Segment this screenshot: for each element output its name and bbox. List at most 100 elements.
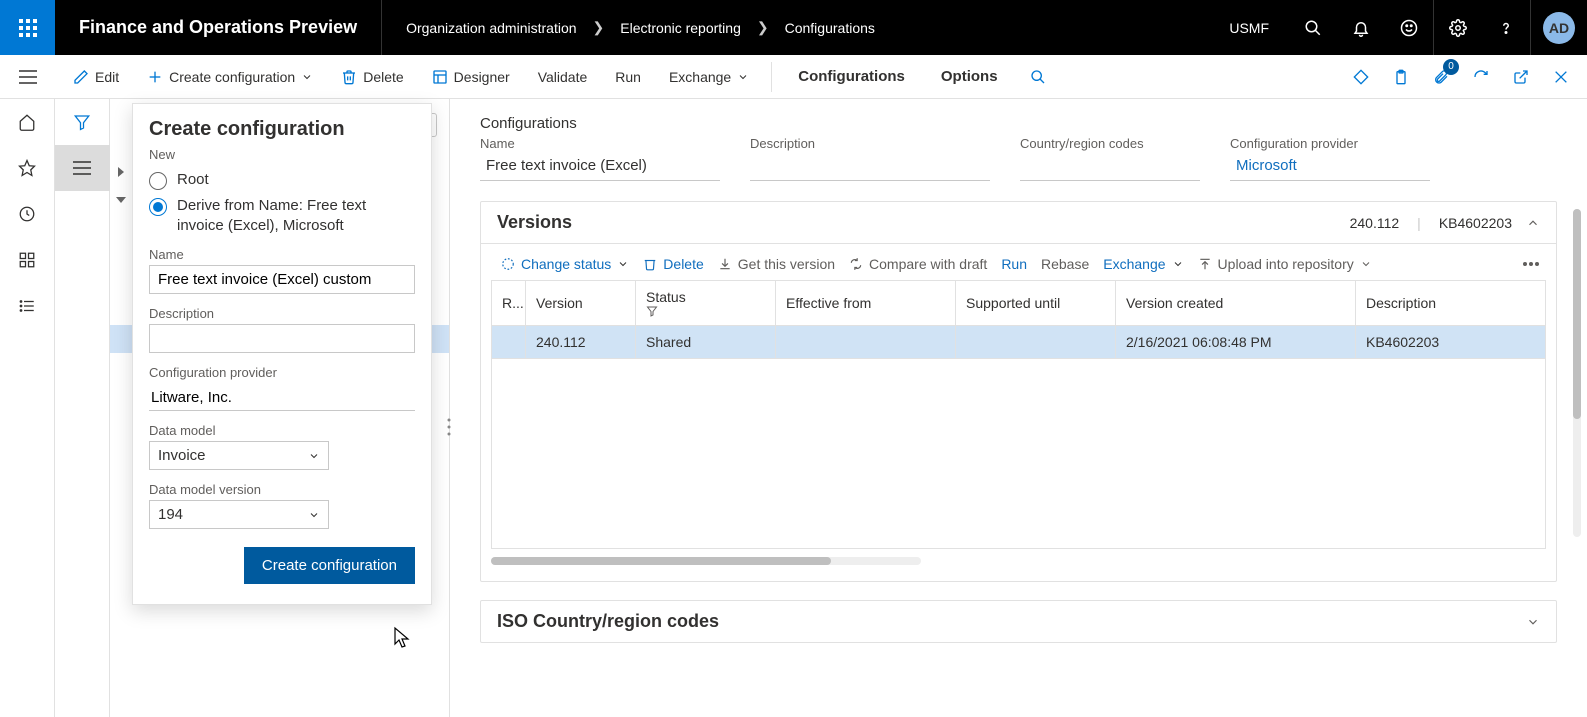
lines-icon — [73, 161, 91, 175]
versions-card: Versions 240.112 | KB4602203 Change stat… — [480, 201, 1557, 582]
label: Delete — [663, 256, 703, 272]
radio-derive[interactable] — [149, 198, 167, 216]
name-input[interactable] — [149, 265, 415, 294]
radio-derive-row[interactable]: Derive from Name: Free text invoice (Exc… — [149, 196, 415, 235]
avatar[interactable]: AD — [1543, 12, 1575, 44]
search-page-button[interactable] — [1020, 59, 1056, 95]
col-desc[interactable]: Description — [1356, 281, 1546, 326]
breadcrumb-level-0[interactable]: Organization administration — [406, 20, 576, 36]
designer-button[interactable]: Designer — [422, 55, 520, 99]
compare-button[interactable]: Compare with draft — [849, 256, 987, 272]
popout-button[interactable] — [1503, 59, 1539, 95]
refresh-button[interactable] — [1463, 59, 1499, 95]
get-version-button[interactable]: Get this version — [718, 256, 835, 272]
diamond-button[interactable] — [1343, 59, 1379, 95]
cell-version[interactable]: 240.112 — [526, 326, 636, 359]
cell-effective[interactable] — [776, 326, 956, 359]
nav-recent[interactable] — [0, 191, 55, 237]
close-button[interactable] — [1543, 59, 1579, 95]
upload-button[interactable]: Upload into repository — [1198, 256, 1372, 272]
tab-configurations[interactable]: Configurations — [784, 55, 919, 99]
main-scrollbar[interactable] — [1573, 209, 1581, 537]
group-new-label: New — [149, 147, 415, 162]
tree-expand-arrow[interactable] — [116, 167, 126, 177]
provider-label: Configuration provider — [149, 365, 415, 380]
change-status-button[interactable]: Change status — [501, 256, 629, 272]
cell-status[interactable]: Shared — [636, 326, 776, 359]
cell-r[interactable] — [492, 326, 526, 359]
col-r[interactable]: R... — [492, 281, 526, 326]
field-value[interactable] — [1020, 153, 1200, 181]
filter-pane-button[interactable] — [55, 99, 110, 145]
cell-supported[interactable] — [956, 326, 1116, 359]
expand-button[interactable] — [1526, 615, 1540, 629]
create-configuration-submit[interactable]: Create configuration — [244, 547, 415, 584]
radio-root-row[interactable]: Root — [149, 170, 415, 190]
description-input[interactable] — [149, 324, 415, 353]
close-icon — [1553, 69, 1569, 85]
nav-favorites[interactable] — [0, 145, 55, 191]
model-select[interactable]: Invoice — [149, 441, 329, 470]
col-created[interactable]: Version created — [1116, 281, 1356, 326]
download-icon — [718, 257, 732, 271]
clipboard-button[interactable] — [1383, 59, 1419, 95]
delete-button[interactable]: Delete — [331, 55, 413, 99]
pencil-icon — [73, 69, 89, 85]
col-effective[interactable]: Effective from — [776, 281, 956, 326]
notifications-button[interactable] — [1337, 0, 1385, 55]
exchange-version-button[interactable]: Exchange — [1103, 256, 1183, 272]
col-label: Status — [646, 289, 686, 305]
col-status[interactable]: Status — [636, 281, 776, 326]
nav-workspaces[interactable] — [0, 237, 55, 283]
attachments-button[interactable]: 0 — [1423, 59, 1459, 95]
settings-button[interactable] — [1434, 0, 1482, 55]
run-button[interactable]: Run — [605, 55, 651, 99]
field-value[interactable]: Microsoft — [1230, 153, 1430, 181]
help-button[interactable] — [1482, 0, 1530, 55]
hscroll-thumb[interactable] — [491, 557, 831, 565]
iso-header[interactable]: ISO Country/region codes — [481, 601, 1556, 642]
breadcrumb-level-2[interactable]: Configurations — [785, 20, 875, 36]
collapse-button[interactable] — [1526, 216, 1540, 230]
table-row[interactable]: 240.112 Shared 2/16/2021 06:08:48 PM KB4… — [492, 326, 1546, 359]
nav-home[interactable] — [0, 99, 55, 145]
rebase-button[interactable]: Rebase — [1041, 256, 1089, 272]
field-value[interactable] — [750, 153, 990, 181]
separator: | — [1417, 215, 1421, 231]
provider-link[interactable]: Microsoft — [1236, 157, 1297, 174]
col-version[interactable]: Version — [526, 281, 636, 326]
search-button[interactable] — [1289, 0, 1337, 55]
breadcrumb-level-1[interactable]: Electronic reporting — [620, 20, 741, 36]
table-hscroll[interactable] — [491, 557, 1546, 567]
create-configuration-button[interactable]: Create configuration — [137, 55, 323, 99]
list-icon — [18, 297, 36, 315]
col-supported[interactable]: Supported until — [956, 281, 1116, 326]
field-value[interactable]: Free text invoice (Excel) — [480, 153, 720, 181]
cell-created[interactable]: 2/16/2021 06:08:48 PM — [1116, 326, 1356, 359]
run-version-button[interactable]: Run — [1001, 256, 1027, 272]
feedback-button[interactable] — [1385, 0, 1433, 55]
radio-root[interactable] — [149, 172, 167, 190]
tree-expand-arrow[interactable] — [116, 195, 126, 205]
clipboard-icon — [1393, 69, 1409, 85]
legal-entity-picker[interactable]: USMF — [1209, 0, 1289, 55]
app-launcher[interactable] — [0, 0, 55, 55]
scrollbar-thumb[interactable] — [1573, 209, 1581, 419]
edit-button[interactable]: Edit — [63, 55, 129, 99]
cell-desc[interactable]: KB4602203 — [1356, 326, 1546, 359]
lines-view-button[interactable] — [55, 145, 110, 191]
field-label: Country/region codes — [1020, 136, 1200, 151]
chevron-right-icon: ❯ — [757, 19, 769, 36]
nav-modules[interactable] — [0, 283, 55, 329]
model-version-select[interactable]: 194 — [149, 500, 329, 529]
hamburger-button[interactable] — [19, 70, 37, 84]
validate-button[interactable]: Validate — [528, 55, 598, 99]
separator — [1530, 0, 1531, 55]
versions-header[interactable]: Versions 240.112 | KB4602203 — [481, 202, 1556, 243]
chevron-down-icon — [617, 258, 629, 270]
exchange-button[interactable]: Exchange — [659, 55, 759, 99]
filter-icon[interactable] — [646, 305, 765, 317]
tab-options[interactable]: Options — [927, 55, 1012, 99]
delete-version-button[interactable]: Delete — [643, 256, 703, 272]
more-actions-button[interactable] — [1522, 261, 1546, 267]
